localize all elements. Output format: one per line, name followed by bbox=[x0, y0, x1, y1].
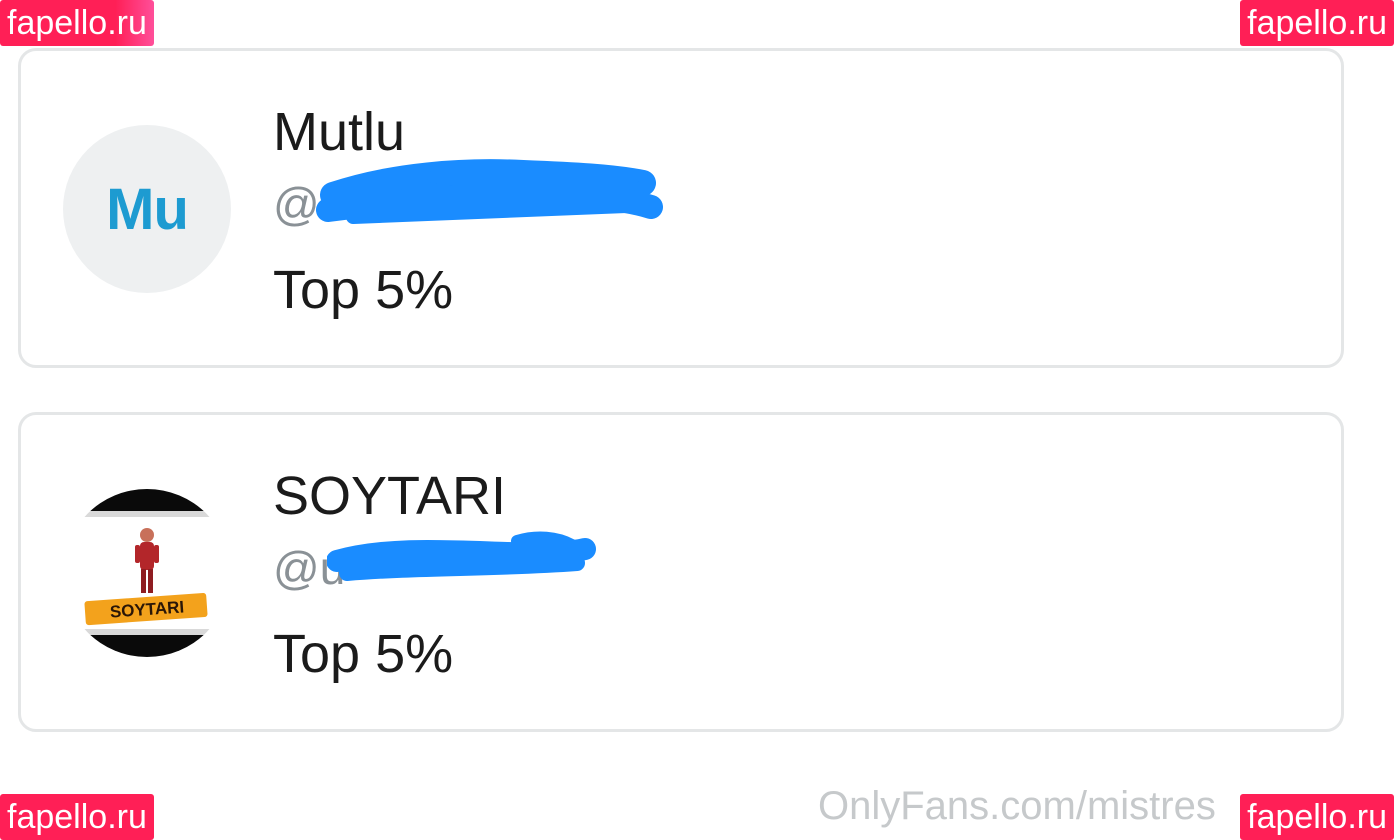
footer-watermark: OnlyFans.com/mistres bbox=[818, 784, 1216, 828]
fan-handle: @u bbox=[273, 542, 346, 594]
watermark-badge: fapello.ru bbox=[1240, 0, 1394, 46]
fan-name[interactable]: SOYTARI bbox=[273, 465, 506, 527]
avatar[interactable]: Mu bbox=[63, 125, 231, 293]
watermark-badge: fapello.ru bbox=[1240, 794, 1394, 840]
fan-rank: Top 5% bbox=[273, 260, 454, 320]
fan-card-soytari[interactable]: SOYTARI SOYTARI @u Top 5% bbox=[18, 412, 1344, 732]
redaction-scribble bbox=[316, 159, 663, 224]
fan-name[interactable]: Mutlu bbox=[273, 101, 405, 163]
fan-handle: @ bbox=[273, 178, 320, 230]
redaction-scribble bbox=[327, 531, 596, 581]
avatar[interactable]: SOYTARI bbox=[63, 489, 231, 657]
watermark-badge: fapello.ru bbox=[0, 0, 154, 46]
watermark-badge: fapello.ru bbox=[0, 794, 154, 840]
soytari-logo-image: SOYTARI bbox=[63, 489, 231, 657]
fan-rank: Top 5% bbox=[273, 624, 454, 684]
avatar-initials: Mu bbox=[106, 176, 189, 242]
fan-card-mutlu[interactable]: Mu Mutlu @ Top 5% bbox=[18, 48, 1344, 368]
